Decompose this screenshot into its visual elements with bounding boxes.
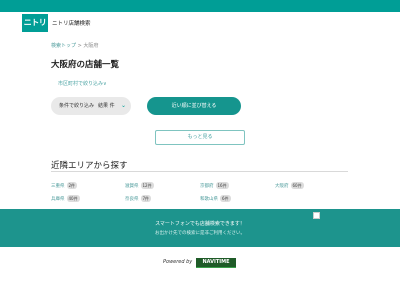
- smartphone-banner-subtitle: お出かけ先での検索に是非ご利用ください。: [155, 231, 245, 236]
- area-count-badge: 7件: [140, 195, 152, 202]
- area-link-shiga[interactable]: 滋賀県 12件: [125, 182, 154, 190]
- area-name: 三重県: [51, 184, 65, 189]
- chevron-down-icon: ∨: [103, 81, 107, 87]
- checkbox-icon[interactable]: [313, 212, 320, 219]
- area-name: 兵庫県: [51, 197, 65, 202]
- area-count-badge: 60件: [290, 182, 304, 189]
- site-header: ニトリ ニトリ店舗検索: [0, 12, 400, 34]
- area-count-badge: 2件: [66, 182, 78, 189]
- powered-by-label: Powered by: [163, 259, 193, 265]
- smartphone-banner: スマートフォンでも店舗検索できます！ お出かけ先での検索に是非ご利用ください。: [0, 209, 400, 247]
- result-label: 結果: [98, 103, 109, 109]
- area-link-mie[interactable]: 三重県 2件: [51, 182, 78, 190]
- breadcrumb: 検索トップ > 大阪府: [51, 42, 98, 49]
- section-divider: [51, 171, 348, 172]
- sort-nearest-button[interactable]: 近い順に並び替える: [147, 97, 241, 115]
- navitime-logo-underline: [196, 267, 236, 268]
- nitori-logo[interactable]: ニトリ: [22, 14, 48, 32]
- area-count-badge: 12件: [140, 182, 154, 189]
- area-link-kyoto[interactable]: 京都府 16件: [200, 182, 229, 190]
- navitime-logo[interactable]: NAVITIME: [196, 258, 236, 267]
- breadcrumb-home-link[interactable]: 検索トップ: [51, 43, 76, 49]
- breadcrumb-current: 大阪府: [83, 43, 99, 49]
- city-filter-link[interactable]: 市区町村で絞り込み∨: [58, 80, 107, 87]
- condition-filter-button[interactable]: 条件で絞り込み 結果 件 ⌄: [51, 97, 131, 115]
- smartphone-banner-title: スマートフォンでも店舗検索できます！: [155, 221, 245, 227]
- result-count-value: 件: [109, 103, 115, 109]
- page-title: 大阪府の店舗一覧: [51, 60, 120, 70]
- show-more-button[interactable]: もっと見る: [155, 130, 245, 145]
- area-link-hyogo[interactable]: 兵庫県 40件: [51, 195, 80, 203]
- result-count: 結果 件: [98, 97, 115, 115]
- top-brand-bar: [0, 0, 400, 12]
- area-name: 滋賀県: [125, 184, 139, 189]
- nearby-area-title: 近隣エリアから探す: [51, 161, 128, 171]
- area-link-nara[interactable]: 奈良県 7件: [125, 195, 152, 203]
- area-count-badge: 40件: [66, 195, 80, 202]
- area-name: 大阪府: [275, 184, 289, 189]
- double-chevron-down-icon: ⌄: [121, 102, 127, 109]
- area-count-badge: 16件: [215, 182, 229, 189]
- area-name: 和歌山県: [200, 197, 218, 202]
- breadcrumb-separator: >: [77, 43, 82, 49]
- condition-filter-label: 条件で絞り込み: [59, 103, 95, 109]
- area-name: 京都府: [200, 184, 214, 189]
- area-link-osaka[interactable]: 大阪府 60件: [275, 182, 304, 190]
- area-count-badge: 6件: [220, 195, 231, 202]
- area-link-wakayama[interactable]: 和歌山県 6件: [200, 195, 231, 203]
- city-filter-label: 市区町村で絞り込み: [58, 81, 104, 87]
- site-title[interactable]: ニトリ店舗検索: [52, 19, 91, 27]
- area-name: 奈良県: [125, 197, 139, 202]
